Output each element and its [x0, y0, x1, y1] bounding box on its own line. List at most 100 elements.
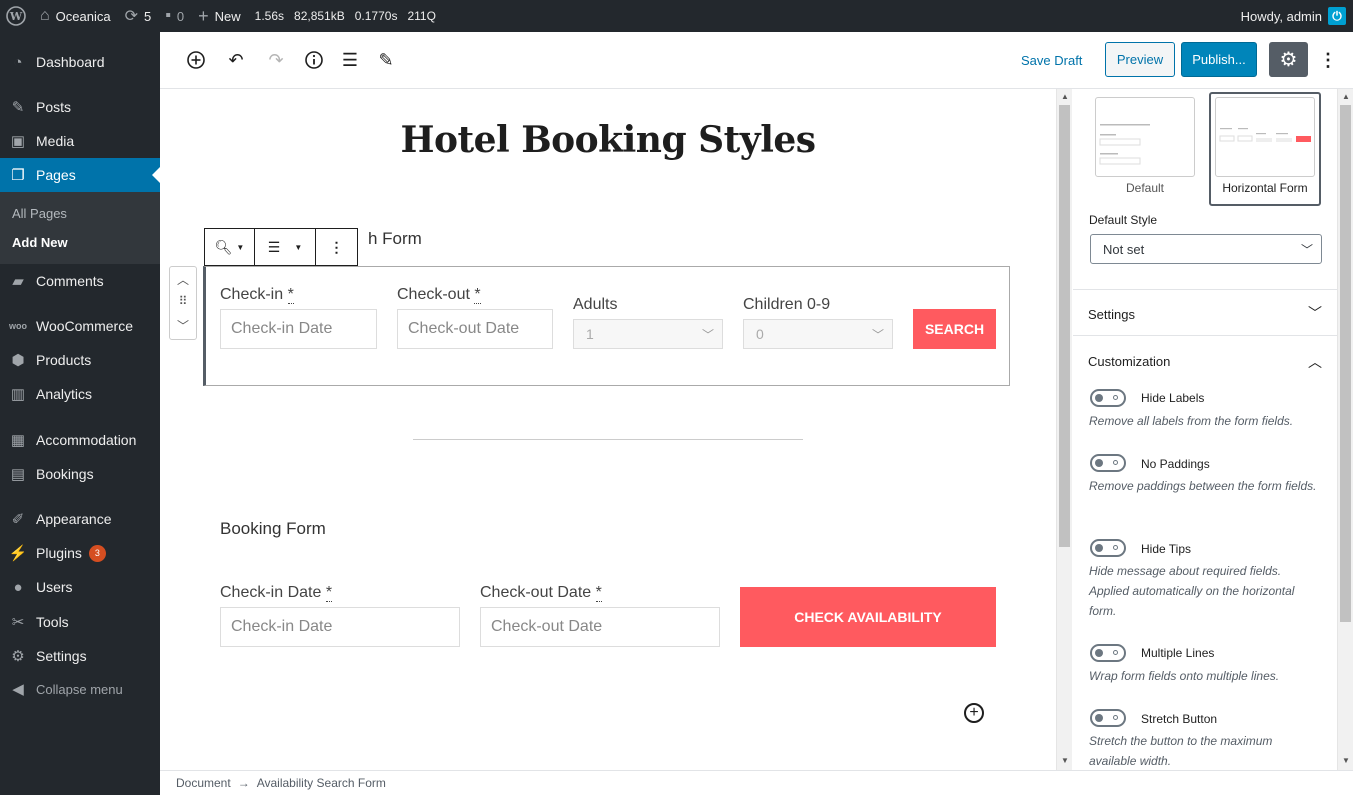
vertical-ellipsis-icon: ⋮: [329, 238, 344, 255]
settings-sidebar: Default Horizontal Form Default Style No…: [1073, 89, 1337, 770]
search-checkout-input[interactable]: Check-out Date: [397, 309, 553, 349]
block-more-options[interactable]: ⋮: [316, 229, 357, 265]
settings-toggle-button[interactable]: ⚙: [1269, 42, 1308, 77]
sidebar-item-label: Tools: [36, 614, 69, 630]
search-button[interactable]: SEARCH: [913, 309, 996, 349]
content-scrollbar[interactable]: ▲ ▼: [1056, 89, 1072, 770]
pages-icon: ❐: [11, 167, 25, 184]
chevron-up-icon[interactable]: ︿: [170, 271, 196, 288]
booking-checkin-input[interactable]: Check-in Date: [220, 607, 460, 647]
breadcrumb-document[interactable]: Document: [176, 776, 231, 790]
svg-text:W: W: [9, 10, 23, 23]
more-options-button[interactable]: ⋮: [1319, 48, 1337, 72]
block-navigation-button[interactable]: ☰: [338, 48, 362, 72]
sidebar-item-plugins[interactable]: ⚡ Plugins 3: [0, 536, 160, 570]
plugins-update-badge: 3: [88, 544, 106, 562]
customization-panel-heading[interactable]: Customization: [1088, 354, 1170, 369]
drag-handle-icon[interactable]: ⠿: [170, 294, 196, 308]
publish-button[interactable]: Publish...: [1181, 42, 1257, 77]
submenu-all-pages[interactable]: All Pages: [12, 206, 67, 221]
sidebar-item-products[interactable]: ⬢ Products: [0, 343, 160, 377]
breadcrumb-current-block[interactable]: Availability Search Form: [257, 776, 386, 790]
sidebar-item-accommodation[interactable]: ▦ Accommodation: [0, 423, 160, 457]
multiple-lines-toggle[interactable]: [1090, 644, 1126, 662]
wrench-icon: ✂: [11, 614, 25, 631]
sidebar-item-analytics[interactable]: ▥ Analytics: [0, 377, 160, 411]
sidebar-item-posts[interactable]: ✎ Posts: [0, 90, 160, 124]
chevron-down-icon[interactable]: ﹀: [170, 317, 196, 334]
add-block-inline-button[interactable]: +: [964, 703, 984, 723]
howdy-user[interactable]: Howdy, admin: [1241, 9, 1322, 24]
chevron-up-icon[interactable]: ︿: [1308, 352, 1322, 372]
block-align-button[interactable]: ☰ ▼: [255, 229, 316, 265]
add-block-button[interactable]: [184, 48, 208, 72]
admin-sidebar: ◔ Dashboard ✎ Posts ▣ Media ❐ Pages All Page…: [0, 32, 160, 795]
scroll-up-arrow-icon[interactable]: ▲: [1341, 92, 1351, 102]
sidebar-item-settings[interactable]: ⚙ Settings: [0, 639, 160, 673]
page-title[interactable]: Hotel Booking Styles: [160, 119, 1056, 161]
stat-memory: 82,851kB: [294, 9, 345, 23]
sidebar-item-users[interactable]: ● Users: [0, 570, 160, 604]
sidebar-item-label: Dashboard: [36, 54, 105, 70]
editor-toolbar: ↶ ↷ ☰ ✎ Save Draft Preview Publish... ⚙ …: [160, 32, 1353, 89]
stretch-button-toggle[interactable]: [1090, 709, 1126, 727]
sidebar-item-tools[interactable]: ✂ Tools: [0, 605, 160, 639]
stat-queries: 211Q: [407, 9, 436, 23]
sidebar-item-appearance[interactable]: ✐ Appearance: [0, 502, 160, 536]
settings-panel-heading[interactable]: Settings: [1088, 307, 1135, 322]
scroll-up-arrow-icon[interactable]: ▲: [1060, 92, 1070, 102]
check-availability-button[interactable]: CHECK AVAILABILITY: [740, 587, 996, 647]
style-preview-default[interactable]: [1095, 97, 1195, 177]
sidebar-item-media[interactable]: ▣ Media: [0, 124, 160, 158]
updates-icon: ⟳: [124, 8, 138, 25]
tools-edit-button[interactable]: ✎: [374, 48, 398, 72]
sidebar-item-bookings[interactable]: ▤ Bookings: [0, 457, 160, 491]
sidebar-item-label: Accommodation: [36, 432, 137, 448]
site-name-link[interactable]: ⌂ Oceanica: [33, 0, 118, 32]
comments-link[interactable]: ▪ 0: [158, 0, 191, 32]
align-center-icon: ☰: [267, 238, 281, 255]
site-name: Oceanica: [55, 8, 111, 24]
power-icon[interactable]: ⏻: [1328, 7, 1346, 25]
content-info-button[interactable]: [302, 48, 326, 72]
sidebar-item-comments[interactable]: ▰ Comments: [0, 264, 160, 298]
block-type-switcher[interactable]: 🔍︎ ▼: [205, 229, 255, 265]
content-scroll-thumb[interactable]: [1059, 105, 1070, 547]
hide-labels-toggle[interactable]: [1090, 389, 1126, 407]
scroll-down-arrow-icon[interactable]: ▼: [1341, 756, 1351, 766]
collapse-menu-button[interactable]: ◀ Collapse menu: [0, 672, 160, 706]
panel-scrollbar[interactable]: ▲ ▼: [1337, 89, 1353, 770]
hide-tips-toggle[interactable]: [1090, 539, 1126, 557]
hide-tips-help: Hide message about required fields. Appl…: [1089, 564, 1295, 618]
booking-checkout-input[interactable]: Check-out Date: [480, 607, 720, 647]
wordpress-logo-icon[interactable]: W: [0, 0, 33, 32]
submenu-add-new[interactable]: Add New: [12, 235, 68, 250]
sidebar-item-pages[interactable]: ❐ Pages: [0, 158, 160, 192]
separator: [413, 439, 803, 440]
sidebar-item-dashboard[interactable]: ◔ Dashboard: [0, 45, 160, 79]
children-select[interactable]: 0 ﹀: [743, 319, 893, 349]
search-adults-label: Adults: [573, 296, 618, 313]
sidebar-item-label: Products: [36, 352, 92, 368]
updates-link[interactable]: ⟳ 5: [118, 0, 159, 32]
chevron-down-icon: ﹀: [871, 328, 884, 342]
chevron-down-icon[interactable]: ﹀: [1308, 303, 1322, 323]
panel-scroll-thumb[interactable]: [1340, 105, 1351, 622]
undo-button[interactable]: ↶: [224, 48, 248, 72]
new-content-link[interactable]: + New: [191, 0, 248, 32]
redo-button[interactable]: ↷: [264, 48, 288, 72]
style-preview-horizontal[interactable]: [1215, 97, 1315, 177]
no-paddings-toggle[interactable]: [1090, 454, 1126, 472]
products-icon: ⬢: [11, 352, 25, 369]
search-checkin-input[interactable]: Check-in Date: [220, 309, 377, 349]
query-monitor-stats[interactable]: 1.56s 82,851kB 0.1770s 211Q: [248, 0, 443, 32]
save-draft-button[interactable]: Save Draft: [1021, 53, 1082, 68]
adults-select[interactable]: 1 ﹀: [573, 319, 723, 349]
sidebar-item-woocommerce[interactable]: woo WooCommerce: [0, 309, 160, 343]
scroll-down-arrow-icon[interactable]: ▼: [1060, 756, 1070, 766]
info-icon: [305, 51, 323, 69]
collapse-menu-label: Collapse menu: [36, 681, 123, 697]
default-style-select[interactable]: Not set ﹀: [1090, 234, 1322, 264]
preview-button[interactable]: Preview: [1105, 42, 1175, 77]
plugin-icon: ⚡: [8, 545, 28, 562]
